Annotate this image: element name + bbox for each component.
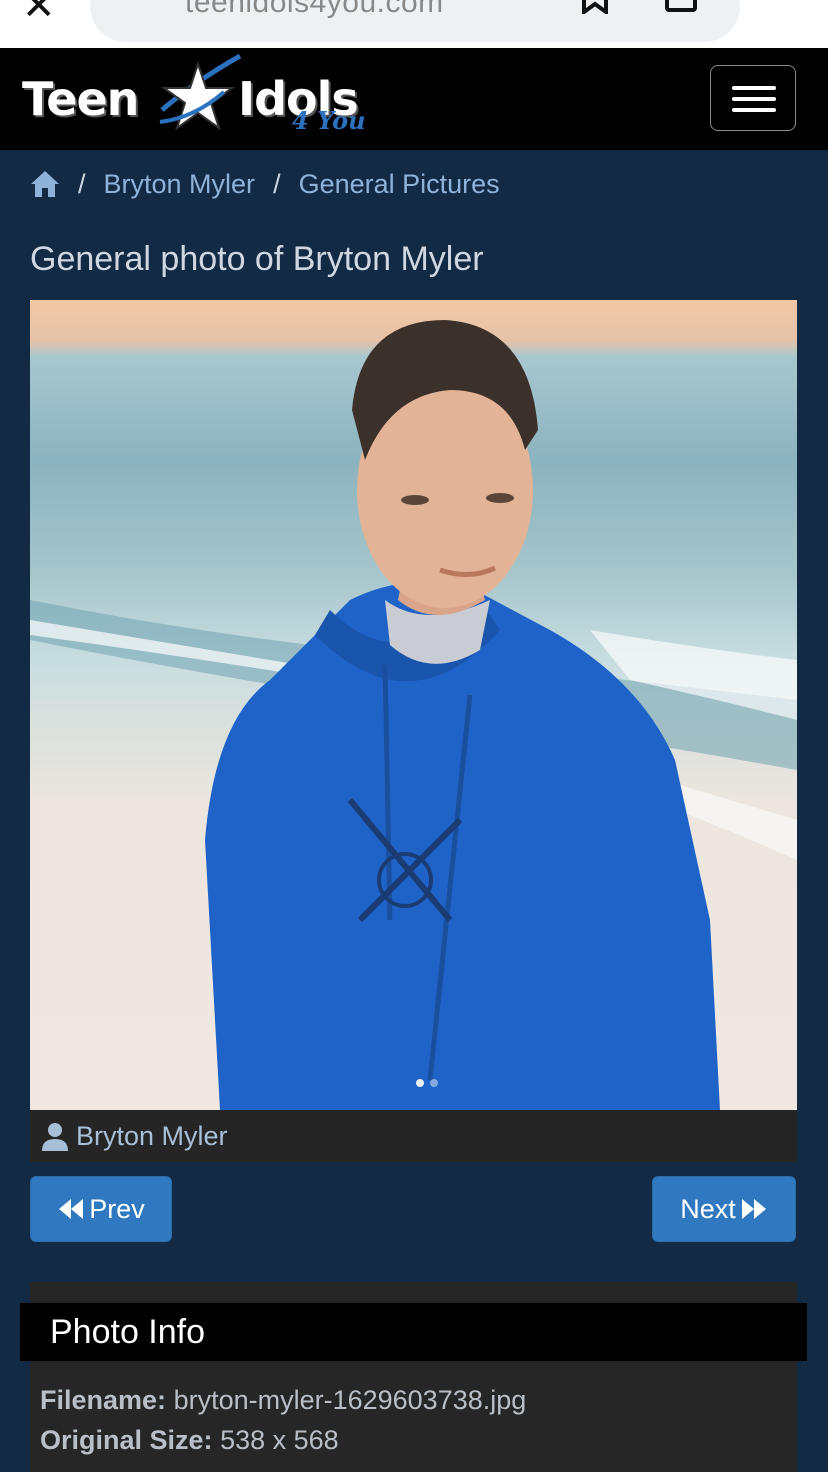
- prev-button-label: Prev: [89, 1193, 145, 1224]
- next-button-label: Next: [680, 1193, 736, 1224]
- breadcrumb-separator: /: [78, 168, 86, 199]
- hamburger-line: [732, 86, 776, 90]
- site-navbar: Teen Idols 4 You: [0, 48, 828, 150]
- next-button[interactable]: Next: [652, 1176, 796, 1242]
- breadcrumb: / Bryton Myler / General Pictures: [30, 164, 500, 204]
- breadcrumb-separator: /: [273, 168, 281, 199]
- main-photo[interactable]: [30, 300, 797, 1110]
- home-icon[interactable]: [30, 169, 60, 199]
- browser-chrome: ✕ teenidols4you.com: [0, 0, 828, 48]
- breadcrumb-link-bryton-myler[interactable]: Bryton Myler: [104, 169, 256, 200]
- info-row-filename: Filename: bryton-myler-1629603738.jpg: [40, 1385, 526, 1416]
- logo-word-teen: Teen: [22, 72, 139, 126]
- logo-word-4you: 4 You: [292, 106, 366, 135]
- user-icon: [42, 1123, 68, 1151]
- page-title: General photo of Bryton Myler: [30, 240, 484, 278]
- share-icon[interactable]: [664, 0, 698, 14]
- info-label: Filename:: [40, 1385, 167, 1415]
- site-logo[interactable]: Teen Idols 4 You: [22, 52, 382, 144]
- breadcrumb-link-general-pictures[interactable]: General Pictures: [299, 169, 500, 200]
- info-value: bryton-myler-1629603738.jpg: [173, 1385, 527, 1415]
- logo-star-icon: [159, 53, 242, 131]
- prev-button[interactable]: Prev: [30, 1176, 172, 1242]
- carousel-dot[interactable]: [430, 1079, 438, 1087]
- info-value: 538 x 568: [220, 1425, 339, 1455]
- backward-icon: [59, 1199, 84, 1219]
- photo-caption: Bryton Myler: [30, 1110, 797, 1162]
- carousel-indicators[interactable]: [416, 1079, 438, 1087]
- bookmark-icon[interactable]: [578, 0, 612, 14]
- hamburger-line: [732, 97, 776, 101]
- photo-info-header: Photo Info: [20, 1303, 807, 1361]
- carousel-dot-active[interactable]: [416, 1079, 424, 1087]
- url-text[interactable]: teenidols4you.com: [185, 0, 444, 20]
- info-row-original-size: Original Size: 538 x 568: [40, 1425, 339, 1456]
- hamburger-line: [732, 108, 776, 112]
- menu-toggle-button[interactable]: [710, 65, 796, 131]
- info-label: Original Size:: [40, 1425, 213, 1455]
- forward-icon: [741, 1199, 766, 1219]
- close-tab-icon[interactable]: ✕: [22, 0, 56, 26]
- photo-caption-name[interactable]: Bryton Myler: [76, 1121, 228, 1152]
- photo-illustration: [30, 320, 797, 1110]
